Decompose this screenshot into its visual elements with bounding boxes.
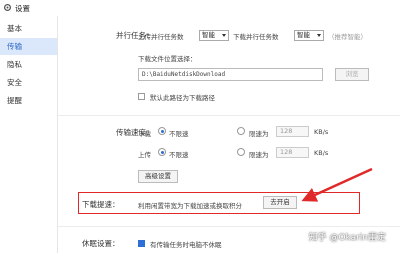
download-speed-label: 下载 (138, 130, 151, 138)
settings-panel: 并行任务： 上传并行任务数 智能 下载并行任务数 智能 （推荐智能） 下载文件位… (58, 16, 400, 253)
download-unlimited-label: 不限速 (169, 130, 189, 138)
enable-boost-button[interactable]: 去开启 (263, 196, 297, 209)
recommend-hint: （推荐智能） (328, 33, 367, 41)
no-sleep-checkbox[interactable] (138, 240, 145, 247)
sidebar-item-reminder[interactable]: 提醒 (0, 92, 57, 109)
upload-speed-label: 上传 (138, 151, 151, 159)
default-path-label: 默认此路径为下载路径 (150, 94, 215, 102)
download-location-label: 下载文件位置选择： (138, 55, 197, 63)
upload-parallel-label: 上传并行任务数 (138, 33, 184, 41)
download-parallel-value: 智能 (297, 31, 310, 39)
sidebar-item-transfer[interactable]: 传输 (0, 38, 57, 55)
download-unlimited-radio[interactable] (158, 127, 166, 135)
window-title: 设置 (15, 4, 30, 13)
download-unit: KB/s (314, 128, 329, 136)
download-limited-label: 限速为 (249, 130, 269, 138)
upload-parallel-value: 智能 (202, 31, 215, 39)
upload-limited-label: 限速为 (249, 151, 269, 159)
sidebar-item-privacy[interactable]: 隐私 (0, 56, 57, 73)
download-parallel-label: 下载并行任务数 (233, 33, 279, 41)
upload-limited-radio[interactable] (237, 148, 245, 156)
upload-unlimited-label: 不限速 (169, 151, 189, 159)
boost-description: 利用闲置带宽为下载加速或换取积分 (138, 202, 242, 210)
upload-limit-input[interactable]: 128 (276, 147, 309, 158)
upload-unlimited-radio[interactable] (158, 148, 166, 156)
sidebar-item-security[interactable]: 安全 (0, 74, 57, 91)
browse-button[interactable]: 浏览 (335, 68, 369, 81)
divider (58, 226, 400, 227)
chevron-down-icon (317, 34, 321, 37)
watermark: 知乎 @Okarin雷定 (308, 233, 386, 243)
default-path-checkbox[interactable] (138, 93, 145, 100)
sidebar-item-basic[interactable]: 基本 (0, 20, 57, 37)
gear-icon (3, 3, 12, 12)
divider (58, 115, 400, 116)
upload-parallel-select[interactable]: 智能 (199, 30, 229, 41)
chevron-down-icon (222, 34, 226, 37)
download-parallel-select[interactable]: 智能 (294, 30, 324, 41)
sleep-label: 休眠设置： (82, 239, 120, 248)
upload-unit: KB/s (314, 149, 329, 157)
download-limit-input[interactable]: 128 (276, 126, 309, 137)
download-limited-radio[interactable] (237, 127, 245, 135)
title-bar: 设置 (0, 0, 400, 16)
sidebar: 基本 传输 隐私 安全 提醒 (0, 16, 58, 253)
advanced-settings-button[interactable]: 高级设置 (138, 170, 178, 183)
no-sleep-label: 有传输任务时电脑不休眠 (150, 241, 222, 249)
download-path-input[interactable]: D:\BaiduNetdiskDownload (138, 68, 323, 81)
boost-label: 下载提速： (82, 200, 120, 209)
arrow-icon (301, 167, 373, 202)
